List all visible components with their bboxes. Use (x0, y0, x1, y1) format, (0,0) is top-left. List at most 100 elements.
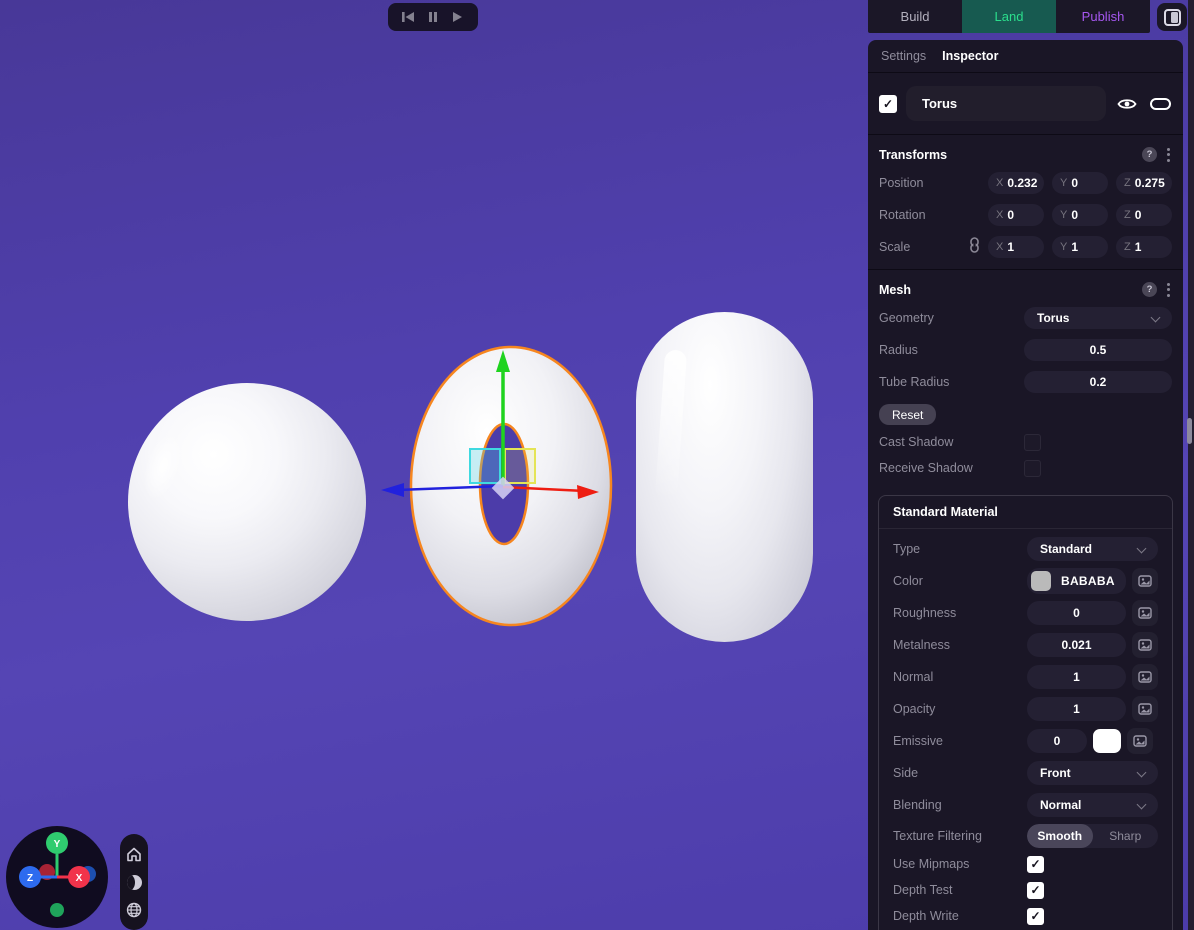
scale-z-input[interactable]: Z1 (1116, 236, 1172, 258)
more-menu-icon[interactable] (1166, 148, 1170, 162)
normal-input[interactable]: 1 (1027, 665, 1126, 689)
help-icon[interactable]: ? (1142, 282, 1157, 297)
help-icon[interactable]: ? (1142, 147, 1157, 162)
texture-filtering-label: Texture Filtering (893, 829, 1027, 843)
metalness-texture-button[interactable] (1132, 632, 1158, 658)
material-type-row: Type Standard (893, 533, 1158, 565)
roughness-input[interactable]: 0 (1027, 601, 1126, 625)
blending-dropdown[interactable]: Normal (1027, 793, 1158, 817)
position-z-input[interactable]: Z0.275 (1116, 172, 1172, 194)
tab-land[interactable]: Land (962, 0, 1056, 33)
skip-to-start-button[interactable] (396, 5, 420, 29)
depth-test-row: Depth Test (893, 877, 1158, 903)
material-blending-row: Blending Normal (893, 789, 1158, 821)
entity-name-input[interactable]: Torus (906, 86, 1106, 121)
page-scrollbar-track[interactable] (1188, 0, 1194, 930)
capsule-toggle-icon[interactable] (1148, 92, 1172, 116)
cast-shadow-label: Cast Shadow (879, 435, 1024, 449)
use-mipmaps-row: Use Mipmaps (893, 851, 1158, 877)
opacity-texture-button[interactable] (1132, 696, 1158, 722)
moon-shading-button[interactable] (122, 870, 146, 894)
transforms-section: Transforms ? Position X0.232 Y0 Z0.275 R… (868, 135, 1183, 270)
emissive-texture-button[interactable] (1127, 728, 1153, 754)
torus-object-selected[interactable] (370, 330, 620, 650)
geometry-row: Geometry Torus (879, 302, 1172, 334)
material-metalness-row: Metalness 0.021 (893, 629, 1158, 661)
side-dropdown[interactable]: Front (1027, 761, 1158, 785)
sidebar-toggle-icon (1164, 9, 1181, 26)
more-menu-icon[interactable] (1166, 283, 1170, 297)
axis-neg-y-ball (50, 903, 64, 917)
depth-write-checkbox[interactable] (1027, 908, 1044, 925)
material-panel: Standard Material Type Standard Color BA… (878, 495, 1173, 930)
emissive-label: Emissive (893, 734, 1027, 748)
position-y-input[interactable]: Y0 (1052, 172, 1108, 194)
depth-write-row: Depth Write (893, 903, 1158, 929)
color-input[interactable]: BABABA (1027, 568, 1126, 594)
tab-build[interactable]: Build (868, 0, 962, 33)
texture-filtering-smooth[interactable]: Smooth (1027, 824, 1093, 848)
tube-radius-input[interactable]: 0.2 (1024, 371, 1172, 393)
entity-enabled-checkbox[interactable] (879, 95, 897, 113)
cast-shadow-row: Cast Shadow (879, 429, 1172, 455)
color-swatch[interactable] (1031, 571, 1051, 591)
tab-settings[interactable]: Settings (881, 49, 926, 63)
scale-link-icon[interactable] (969, 237, 980, 258)
inspector-panel: Settings Inspector Torus Transforms ? Po… (868, 40, 1183, 930)
chevron-down-icon (1151, 313, 1161, 323)
tube-radius-label: Tube Radius (879, 375, 1024, 389)
reset-button[interactable]: Reset (879, 404, 936, 425)
opacity-input[interactable]: 1 (1027, 697, 1126, 721)
panel-tab-bar: Settings Inspector (868, 40, 1183, 73)
scale-x-input[interactable]: X1 (988, 236, 1044, 258)
depth-test-checkbox[interactable] (1027, 882, 1044, 899)
texture-filtering-sharp[interactable]: Sharp (1093, 824, 1159, 848)
material-opacity-row: Opacity 1 (893, 693, 1158, 725)
emissive-color-swatch[interactable] (1093, 729, 1121, 753)
type-label: Type (893, 542, 1027, 556)
metalness-input[interactable]: 0.021 (1027, 633, 1126, 657)
rotation-x-input[interactable]: X0 (988, 204, 1044, 226)
radius-input[interactable]: 0.5 (1024, 339, 1172, 361)
use-mipmaps-checkbox[interactable] (1027, 856, 1044, 873)
normal-texture-button[interactable] (1132, 664, 1158, 690)
sphere-object[interactable] (128, 383, 366, 621)
transforms-title: Transforms (879, 148, 1142, 162)
radius-row: Radius 0.5 (879, 334, 1172, 366)
sphere-highlight (136, 427, 190, 504)
scale-y-input[interactable]: Y1 (1052, 236, 1108, 258)
panel-toggle-button[interactable] (1157, 3, 1187, 31)
roughness-texture-button[interactable] (1132, 600, 1158, 626)
color-label: Color (893, 574, 1027, 588)
material-roughness-row: Roughness 0 (893, 597, 1158, 629)
geometry-label: Geometry (879, 311, 1024, 325)
page-scrollbar-thumb[interactable] (1187, 418, 1192, 444)
depth-write-label: Depth Write (893, 909, 1027, 923)
tab-inspector[interactable]: Inspector (942, 49, 998, 63)
pause-button[interactable] (421, 5, 445, 29)
home-view-button[interactable] (122, 842, 146, 866)
color-texture-button[interactable] (1132, 568, 1158, 594)
position-x-input[interactable]: X0.232 (988, 172, 1044, 194)
scale-label: Scale (879, 240, 969, 254)
entity-name-row: Torus (868, 73, 1183, 135)
blending-label: Blending (893, 798, 1027, 812)
emissive-input[interactable]: 0 (1027, 729, 1087, 753)
play-button[interactable] (446, 5, 470, 29)
normal-label: Normal (893, 670, 1027, 684)
rotation-y-input[interactable]: Y0 (1052, 204, 1108, 226)
geometry-dropdown[interactable]: Torus (1024, 307, 1172, 329)
material-type-dropdown[interactable]: Standard (1027, 537, 1158, 561)
receive-shadow-label: Receive Shadow (879, 461, 1024, 475)
eye-icon[interactable] (1115, 92, 1139, 116)
orientation-gizmo[interactable]: Y Z X (6, 826, 108, 928)
axis-z-label: Z (27, 873, 33, 884)
tube-radius-row: Tube Radius 0.2 (879, 366, 1172, 398)
receive-shadow-checkbox[interactable] (1024, 460, 1041, 477)
position-label: Position (879, 176, 988, 190)
rotation-z-input[interactable]: Z0 (1116, 204, 1172, 226)
cast-shadow-checkbox[interactable] (1024, 434, 1041, 451)
capsule-object[interactable] (636, 312, 813, 642)
grid-globe-button[interactable] (122, 898, 146, 922)
tab-publish[interactable]: Publish (1056, 0, 1150, 33)
